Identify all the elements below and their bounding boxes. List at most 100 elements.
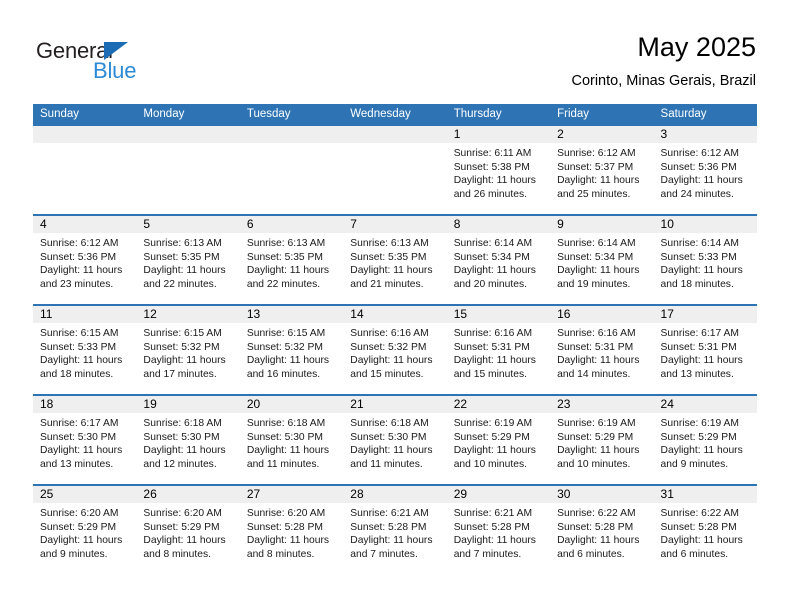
calendar-cell-empty — [136, 126, 240, 215]
daylight-line-1: Daylight: 11 hours — [660, 445, 743, 457]
daylight-line-2: and 23 minutes. — [40, 278, 114, 290]
daylight-line-2: and 7 minutes. — [453, 548, 522, 560]
calendar-day-cell[interactable]: 15 Sunrise: 6:16 AM Sunset: 5:31 PM Dayligh… — [446, 304, 551, 395]
sunset-time: Sunset: 5:31 PM — [660, 341, 737, 353]
daylight-line-2: and 9 minutes. — [40, 548, 108, 560]
calendar-day-cell[interactable]: 1 Sunrise: 6:11 AM Sunset: 5:38 PM Daylight… — [446, 126, 551, 215]
calendar-day-cell[interactable]: 27 Sunrise: 6:20 AM Sunset: 5:28 PM Dayligh… — [239, 484, 344, 574]
sunrise-time: Sunrise: 6:15 AM — [246, 328, 326, 339]
sunset-time: Sunset: 5:29 PM — [143, 521, 220, 533]
day-number: 6 — [239, 216, 344, 233]
daylight-line-2: and 15 minutes. — [350, 368, 424, 380]
daylight-line-2: and 24 minutes. — [660, 188, 734, 200]
calendar-day-cell[interactable]: 28 Sunrise: 6:21 AM Sunset: 5:28 PM Dayligh… — [343, 484, 447, 574]
day-details: Sunrise: 6:20 AM Sunset: 5:28 PM Daylight:… — [240, 503, 343, 561]
daylight-line-1: Daylight: 11 hours — [143, 355, 226, 367]
day-details: Sunrise: 6:14 AM Sunset: 5:34 PM Daylight:… — [550, 233, 653, 291]
calendar-day-cell[interactable]: 9 Sunrise: 6:14 AM Sunset: 5:34 PM Daylight… — [550, 214, 654, 305]
calendar-day-cell[interactable]: 26 Sunrise: 6:20 AM Sunset: 5:29 PM Dayligh… — [136, 484, 240, 574]
daylight-line-1: Daylight: 11 hours — [453, 265, 536, 277]
page-header: General Blue May 2025 Corinto, Minas Ger… — [0, 0, 792, 100]
daylight-line-2: and 16 minutes. — [246, 368, 321, 380]
daylight-line-1: Daylight: 11 hours — [350, 355, 433, 367]
day-number — [33, 126, 137, 143]
day-number: 5 — [136, 216, 240, 233]
calendar-day-cell[interactable]: 29 Sunrise: 6:21 AM Sunset: 5:28 PM Dayligh… — [446, 484, 551, 574]
daylight-line-1: Daylight: 11 hours — [660, 355, 743, 367]
general-blue-logo[interactable]: General Blue — [36, 38, 236, 88]
calendar-day-cell[interactable]: 21 Sunrise: 6:18 AM Sunset: 5:30 PM Dayligh… — [343, 394, 447, 485]
calendar-table: Sunday Monday Tuesday Wednesday Thursday… — [33, 104, 757, 574]
calendar-day-cell[interactable]: 5 Sunrise: 6:13 AM Sunset: 5:35 PM Daylight… — [136, 214, 240, 305]
calendar-day-cell[interactable]: 13 Sunrise: 6:15 AM Sunset: 5:32 PM Dayligh… — [239, 304, 344, 395]
daylight-line-2: and 12 minutes. — [143, 458, 217, 470]
day-details: Sunrise: 6:19 AM Sunset: 5:29 PM Daylight:… — [654, 413, 757, 471]
day-number: 26 — [136, 486, 240, 503]
sunset-time: Sunset: 5:34 PM — [557, 251, 634, 263]
sunset-time: Sunset: 5:29 PM — [40, 521, 117, 533]
day-number: 2 — [550, 126, 654, 143]
calendar-day-cell[interactable]: 18 Sunrise: 6:17 AM Sunset: 5:30 PM Dayligh… — [33, 394, 137, 485]
daylight-line-2: and 13 minutes. — [660, 368, 734, 380]
calendar-day-cell[interactable]: 11 Sunrise: 6:15 AM Sunset: 5:33 PM Dayligh… — [33, 304, 137, 395]
day-number: 31 — [653, 486, 757, 503]
calendar-day-cell[interactable]: 14 Sunrise: 6:16 AM Sunset: 5:32 PM Dayligh… — [343, 304, 447, 395]
calendar-page: General Blue May 2025 Corinto, Minas Ger… — [0, 0, 792, 612]
day-details: Sunrise: 6:13 AM Sunset: 5:35 PM Daylight:… — [240, 233, 343, 291]
calendar-day-cell[interactable]: 4 Sunrise: 6:12 AM Sunset: 5:36 PM Daylight… — [33, 214, 137, 305]
calendar-day-cell[interactable]: 30 Sunrise: 6:22 AM Sunset: 5:28 PM Dayligh… — [550, 484, 654, 574]
sunset-time: Sunset: 5:28 PM — [557, 521, 634, 533]
daylight-line-1: Daylight: 11 hours — [143, 445, 226, 457]
day-details: Sunrise: 6:15 AM Sunset: 5:33 PM Daylight:… — [33, 323, 136, 381]
sunset-time: Sunset: 5:36 PM — [40, 251, 117, 263]
calendar-day-cell[interactable]: 12 Sunrise: 6:15 AM Sunset: 5:32 PM Dayligh… — [136, 304, 240, 395]
calendar-day-cell[interactable]: 17 Sunrise: 6:17 AM Sunset: 5:31 PM Dayligh… — [653, 304, 757, 395]
daylight-line-2: and 8 minutes. — [143, 548, 211, 560]
sunrise-time: Sunrise: 6:18 AM — [350, 418, 429, 429]
calendar-day-cell[interactable]: 22 Sunrise: 6:19 AM Sunset: 5:29 PM Dayligh… — [446, 394, 551, 485]
sunrise-time: Sunrise: 6:20 AM — [40, 508, 119, 519]
sunrise-time: Sunrise: 6:18 AM — [143, 418, 222, 429]
calendar-day-cell[interactable]: 16 Sunrise: 6:16 AM Sunset: 5:31 PM Dayligh… — [550, 304, 654, 395]
day-details: Sunrise: 6:20 AM Sunset: 5:29 PM Daylight:… — [136, 503, 239, 561]
page-title: May 2025 — [637, 32, 756, 62]
calendar-day-cell[interactable]: 6 Sunrise: 6:13 AM Sunset: 5:35 PM Daylight… — [239, 214, 344, 305]
daylight-line-2: and 11 minutes. — [246, 458, 320, 470]
sunrise-time: Sunrise: 6:11 AM — [453, 148, 532, 159]
sunset-time: Sunset: 5:32 PM — [143, 341, 220, 353]
sunrise-time: Sunrise: 6:15 AM — [143, 328, 222, 339]
day-number — [136, 126, 240, 143]
daylight-line-2: and 22 minutes. — [246, 278, 321, 290]
daylight-line-1: Daylight: 11 hours — [246, 355, 330, 367]
day-details: Sunrise: 6:16 AM Sunset: 5:31 PM Daylight:… — [550, 323, 653, 381]
daylight-line-1: Daylight: 11 hours — [453, 535, 536, 547]
calendar-day-cell[interactable]: 8 Sunrise: 6:14 AM Sunset: 5:34 PM Daylight… — [446, 214, 551, 305]
daylight-line-1: Daylight: 11 hours — [453, 445, 536, 457]
day-details: Sunrise: 6:14 AM Sunset: 5:34 PM Daylight:… — [447, 233, 550, 291]
day-details: Sunrise: 6:13 AM Sunset: 5:35 PM Daylight:… — [136, 233, 239, 291]
calendar-day-cell[interactable]: 23 Sunrise: 6:19 AM Sunset: 5:29 PM Dayligh… — [550, 394, 654, 485]
day-details: Sunrise: 6:20 AM Sunset: 5:29 PM Daylight:… — [33, 503, 136, 561]
sunrise-time: Sunrise: 6:13 AM — [350, 238, 429, 249]
day-details: Sunrise: 6:16 AM Sunset: 5:32 PM Daylight:… — [343, 323, 446, 381]
day-number: 4 — [33, 216, 137, 233]
day-details: Sunrise: 6:21 AM Sunset: 5:28 PM Daylight:… — [343, 503, 446, 561]
calendar-day-cell[interactable]: 25 Sunrise: 6:20 AM Sunset: 5:29 PM Dayligh… — [33, 484, 137, 574]
daylight-line-1: Daylight: 11 hours — [557, 445, 640, 457]
calendar-day-cell[interactable]: 3 Sunrise: 6:12 AM Sunset: 5:36 PM Daylight… — [653, 126, 757, 215]
day-details: Sunrise: 6:22 AM Sunset: 5:28 PM Daylight:… — [654, 503, 757, 561]
sunrise-time: Sunrise: 6:19 AM — [557, 418, 636, 429]
calendar-day-cell[interactable]: 24 Sunrise: 6:19 AM Sunset: 5:29 PM Dayligh… — [653, 394, 757, 485]
day-number: 24 — [653, 396, 757, 413]
calendar-day-cell[interactable]: 19 Sunrise: 6:18 AM Sunset: 5:30 PM Dayligh… — [136, 394, 240, 485]
daylight-line-2: and 10 minutes. — [453, 458, 527, 470]
calendar-day-cell[interactable]: 31 Sunrise: 6:22 AM Sunset: 5:28 PM Dayligh… — [653, 484, 757, 574]
calendar-header-row: Sunday Monday Tuesday Wednesday Thursday… — [33, 104, 757, 126]
calendar-day-cell[interactable]: 10 Sunrise: 6:14 AM Sunset: 5:33 PM Dayligh… — [653, 214, 757, 305]
calendar-day-cell[interactable]: 7 Sunrise: 6:13 AM Sunset: 5:35 PM Daylight… — [343, 214, 447, 305]
calendar-day-cell[interactable]: 2 Sunrise: 6:12 AM Sunset: 5:37 PM Daylight… — [550, 126, 654, 215]
day-number — [239, 126, 344, 143]
calendar-day-cell[interactable]: 20 Sunrise: 6:18 AM Sunset: 5:30 PM Dayligh… — [239, 394, 344, 485]
daylight-line-1: Daylight: 11 hours — [40, 265, 123, 277]
sunrise-time: Sunrise: 6:16 AM — [453, 328, 533, 339]
